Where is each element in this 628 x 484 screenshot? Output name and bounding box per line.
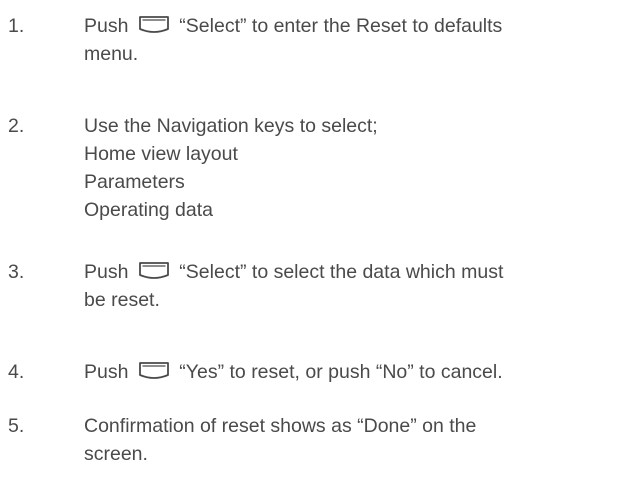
step-number: 5. xyxy=(8,415,25,437)
instruction-list: 1. Push “Select” to enter the Reset to d… xyxy=(0,0,628,484)
step-suffix: “Select” to enter the Reset to defaults xyxy=(179,15,503,37)
step-line: Confirmation of reset shows as “Done” on… xyxy=(84,415,477,437)
step-prefix: Push xyxy=(84,361,129,383)
step-continuation: be reset. xyxy=(84,289,160,311)
step-text: Use the Navigation keys to select; Home … xyxy=(84,112,624,224)
step-prefix: Push xyxy=(84,261,129,283)
step-text: Confirmation of reset shows as “Done” on… xyxy=(84,412,624,468)
step-continuation: menu. xyxy=(84,43,139,65)
step-text: Push “Yes” to reset, or push “No” to can… xyxy=(84,358,624,386)
step-number: 1. xyxy=(8,15,25,37)
step-number: 2. xyxy=(8,115,25,137)
option-home-view-layout: Home view layout xyxy=(84,143,238,165)
step-line: Use the Navigation keys to select; xyxy=(84,115,378,137)
step-suffix: “Select” to select the data which must xyxy=(179,261,504,283)
softkey-icon xyxy=(138,361,170,381)
option-parameters: Parameters xyxy=(84,171,185,193)
step-number: 3. xyxy=(8,261,25,283)
step-continuation: screen. xyxy=(84,443,148,465)
step-text: Push “Select” to select the data which m… xyxy=(84,258,624,314)
step-suffix: “Yes” to reset, or push “No” to cancel. xyxy=(179,361,503,383)
softkey-icon xyxy=(138,261,170,281)
softkey-icon xyxy=(138,15,170,35)
step-text: Push “Select” to enter the Reset to defa… xyxy=(84,12,624,68)
option-operating-data: Operating data xyxy=(84,199,214,221)
step-prefix: Push xyxy=(84,15,129,37)
step-number: 4. xyxy=(8,361,25,383)
